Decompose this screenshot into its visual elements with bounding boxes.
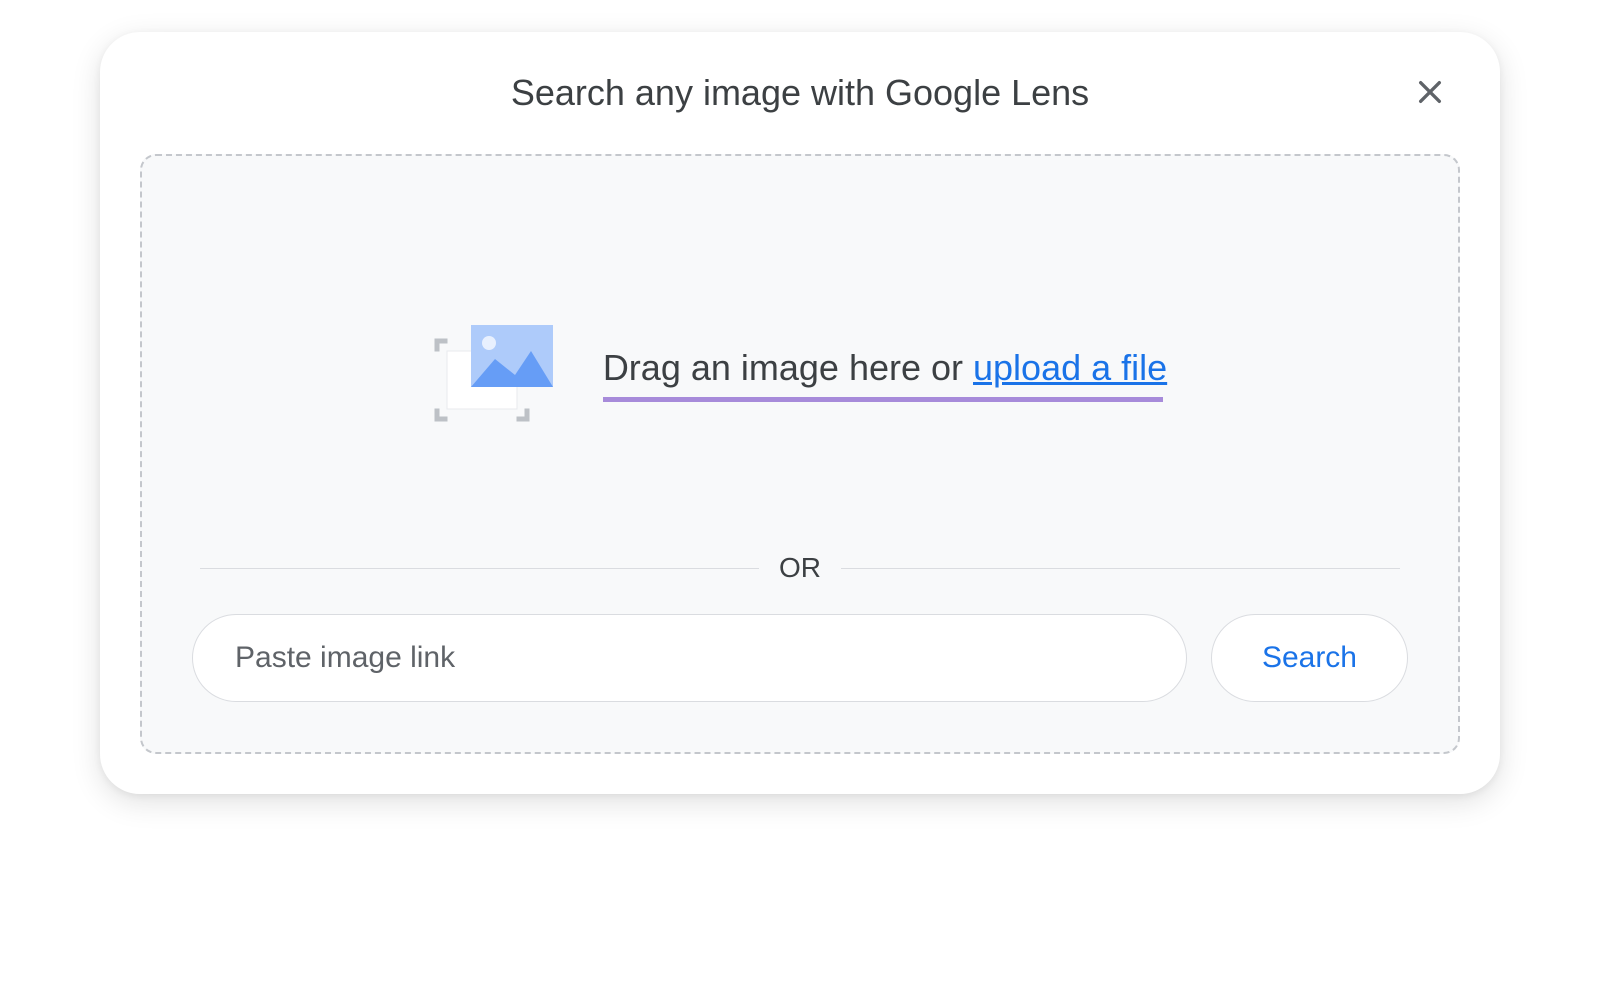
drag-label-wrap: Drag an image here or upload a file [603,347,1167,402]
close-icon [1414,76,1446,108]
drop-area: Drag an image here or upload a file [192,216,1408,532]
divider-row: OR [192,552,1408,584]
highlight-underline [603,397,1163,402]
drag-text: Drag an image here or [603,347,973,388]
close-button[interactable] [1410,72,1450,112]
dialog-header: Search any image with Google Lens [140,72,1460,114]
upload-file-link[interactable]: upload a file [973,347,1167,388]
google-lens-dialog: Search any image with Google Lens [100,32,1500,794]
divider-line-left [200,568,759,569]
divider-line-right [841,568,1400,569]
divider-text: OR [779,552,821,584]
search-button[interactable]: Search [1211,614,1408,702]
url-input-row: Search [192,614,1408,702]
dialog-title: Search any image with Google Lens [511,72,1089,114]
image-link-input[interactable] [192,614,1187,702]
image-upload-icon [433,319,563,429]
drop-zone[interactable]: Drag an image here or upload a file OR S… [140,154,1460,754]
